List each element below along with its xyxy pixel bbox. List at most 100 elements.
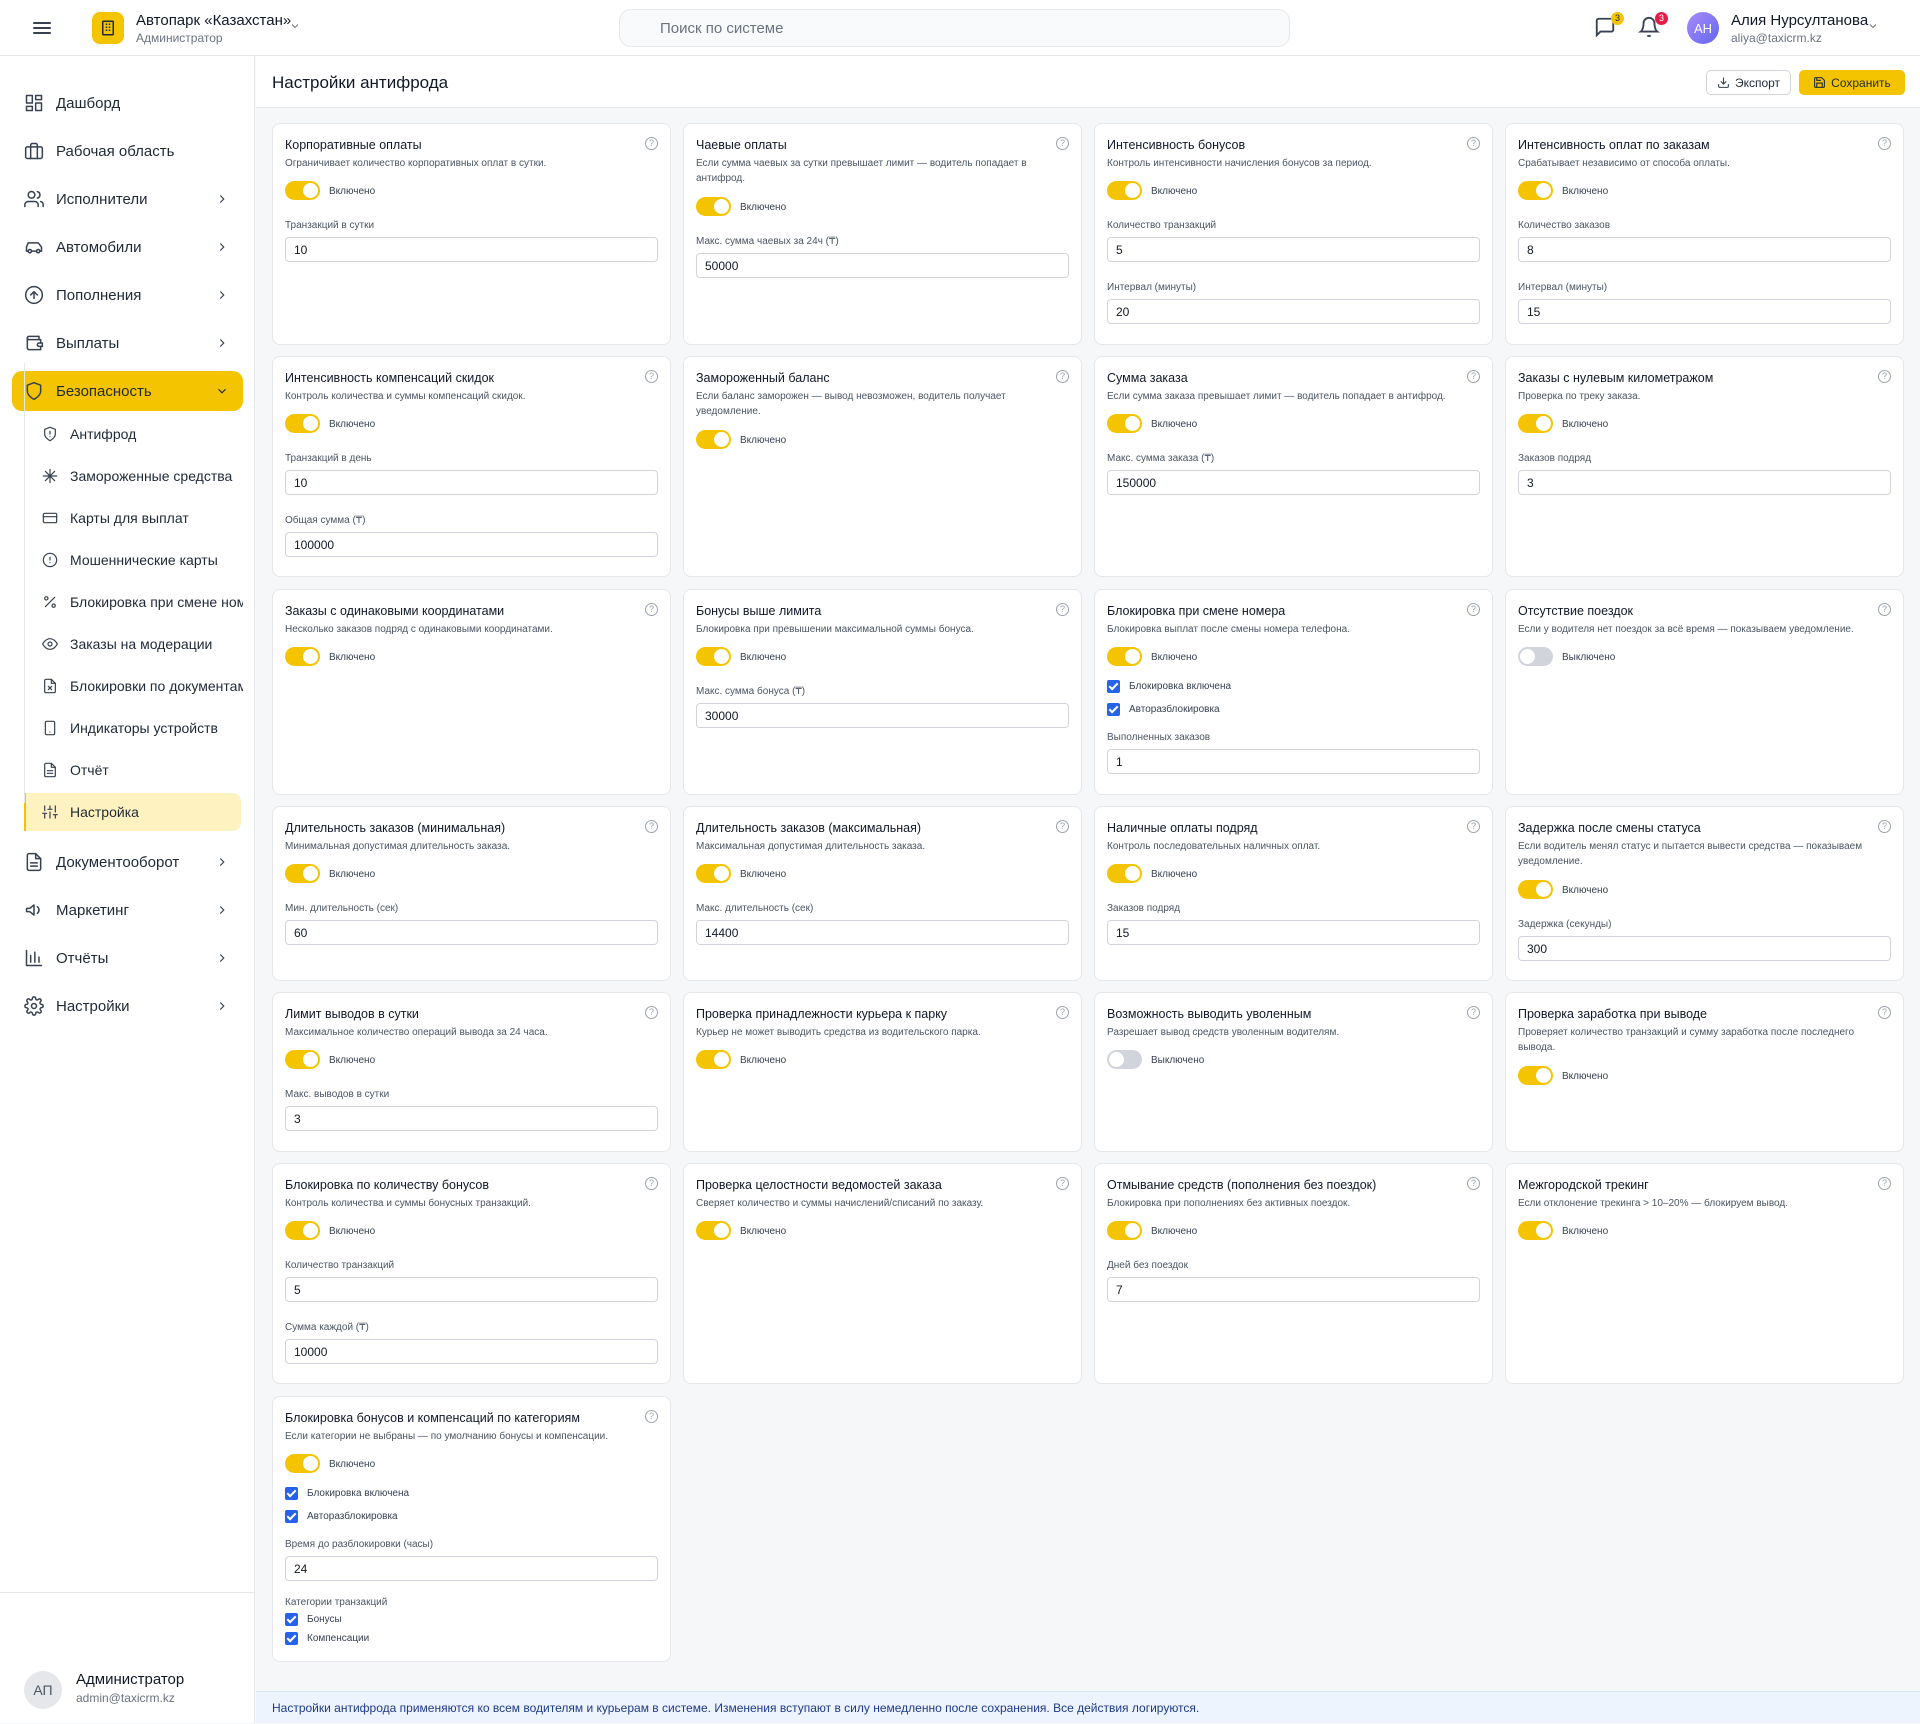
help-icon[interactable]: ? — [645, 137, 658, 150]
enable-toggle[interactable] — [1107, 1221, 1142, 1240]
enable-toggle[interactable] — [1107, 647, 1142, 666]
sidebar-subitem-sliders[interactable]: Настройка — [24, 793, 241, 831]
messages-icon[interactable]: 3 — [1594, 12, 1624, 40]
enable-toggle[interactable] — [1518, 880, 1553, 899]
org-name[interactable]: Автопарк «Казахстан» — [136, 12, 291, 29]
enable-toggle[interactable] — [1518, 414, 1553, 433]
export-button[interactable]: Экспорт — [1706, 70, 1791, 95]
checkbox[interactable] — [285, 1487, 298, 1500]
help-icon[interactable]: ? — [1467, 370, 1480, 383]
help-icon[interactable]: ? — [645, 603, 658, 616]
enable-toggle[interactable] — [696, 1221, 731, 1240]
number-input[interactable] — [285, 1277, 658, 1302]
help-icon[interactable]: ? — [1056, 820, 1069, 833]
sidebar-item-gear[interactable]: Настройки — [12, 986, 243, 1026]
number-input[interactable] — [1107, 1277, 1480, 1302]
sidebar-item-car[interactable]: Автомобили — [12, 227, 243, 267]
help-icon[interactable]: ? — [1467, 820, 1480, 833]
enable-toggle[interactable] — [285, 181, 320, 200]
sidebar-subitem-file-x[interactable]: Блокировки по документам — [26, 667, 243, 705]
enable-toggle[interactable] — [1107, 181, 1142, 200]
number-input[interactable] — [285, 920, 658, 945]
enable-toggle[interactable] — [1107, 864, 1142, 883]
number-input[interactable] — [1107, 299, 1480, 324]
number-input[interactable] — [285, 1556, 658, 1581]
help-icon[interactable]: ? — [645, 820, 658, 833]
sidebar-subitem-eye[interactable]: Заказы на модерации — [26, 625, 243, 663]
chevron-down-icon[interactable] — [1867, 20, 1879, 32]
help-icon[interactable]: ? — [645, 370, 658, 383]
enable-toggle[interactable] — [285, 647, 320, 666]
enable-toggle[interactable] — [285, 414, 320, 433]
enable-toggle[interactable] — [1107, 414, 1142, 433]
number-input[interactable] — [1518, 936, 1891, 961]
help-icon[interactable]: ? — [1878, 820, 1891, 833]
number-input[interactable] — [285, 532, 658, 557]
number-input[interactable] — [696, 920, 1069, 945]
number-input[interactable] — [1107, 920, 1480, 945]
sidebar-item-wallet[interactable]: Выплаты — [12, 323, 243, 363]
help-icon[interactable]: ? — [1467, 603, 1480, 616]
sidebar-item-megaphone[interactable]: Маркетинг — [12, 890, 243, 930]
sidebar-subitem-snowflake[interactable]: Замороженные средства — [26, 457, 243, 495]
help-icon[interactable]: ? — [1056, 137, 1069, 150]
number-input[interactable] — [1107, 237, 1480, 262]
sidebar-item-dashboard[interactable]: Дашборд — [12, 83, 243, 123]
chevron-down-icon[interactable] — [289, 20, 301, 32]
help-icon[interactable]: ? — [1878, 137, 1891, 150]
enable-toggle[interactable] — [285, 1221, 320, 1240]
enable-toggle[interactable] — [696, 197, 731, 216]
help-icon[interactable]: ? — [1056, 603, 1069, 616]
sidebar-subitem-file-text[interactable]: Отчёт — [26, 751, 243, 789]
checkbox[interactable] — [285, 1510, 298, 1523]
number-input[interactable] — [1107, 749, 1480, 774]
enable-toggle[interactable] — [696, 1050, 731, 1069]
avatar[interactable]: АН — [1687, 12, 1719, 44]
number-input[interactable] — [285, 1106, 658, 1131]
help-icon[interactable]: ? — [645, 1410, 658, 1423]
help-icon[interactable]: ? — [1878, 370, 1891, 383]
sidebar-subitem-shield-small[interactable]: Антифрод — [26, 415, 243, 453]
number-input[interactable] — [1107, 470, 1480, 495]
enable-toggle[interactable] — [285, 864, 320, 883]
enable-toggle[interactable] — [1518, 1066, 1553, 1085]
help-icon[interactable]: ? — [1056, 1006, 1069, 1019]
sidebar-subitem-phone-off[interactable]: Блокировка при смене номера — [26, 583, 243, 621]
number-input[interactable] — [285, 470, 658, 495]
sidebar-item-arrow-up-circle[interactable]: Пополнения — [12, 275, 243, 315]
category-checkbox[interactable] — [285, 1632, 298, 1645]
avatar[interactable]: АП — [24, 1671, 62, 1709]
bell-icon[interactable]: 3 — [1638, 12, 1668, 40]
search-input[interactable] — [619, 9, 1290, 47]
enable-toggle[interactable] — [1518, 181, 1553, 200]
number-input[interactable] — [1518, 299, 1891, 324]
enable-toggle[interactable] — [696, 864, 731, 883]
enable-toggle[interactable] — [1518, 647, 1553, 666]
number-input[interactable] — [1518, 470, 1891, 495]
help-icon[interactable]: ? — [1878, 1177, 1891, 1190]
sidebar-item-document[interactable]: Документооборот — [12, 842, 243, 882]
category-checkbox[interactable] — [285, 1613, 298, 1626]
help-icon[interactable]: ? — [1467, 1006, 1480, 1019]
help-icon[interactable]: ? — [645, 1177, 658, 1190]
checkbox[interactable] — [1107, 703, 1120, 716]
user-name[interactable]: Алия Нурсултанова — [1731, 12, 1868, 29]
help-icon[interactable]: ? — [1878, 1006, 1891, 1019]
enable-toggle[interactable] — [1107, 1050, 1142, 1069]
enable-toggle[interactable] — [696, 430, 731, 449]
org-logo-icon[interactable] — [92, 12, 124, 44]
sidebar-item-users[interactable]: Исполнители — [12, 179, 243, 219]
sidebar-subitem-alert-circle[interactable]: Мошеннические карты — [26, 541, 243, 579]
sidebar-subitem-card[interactable]: Карты для выплат — [26, 499, 243, 537]
help-icon[interactable]: ? — [645, 1006, 658, 1019]
enable-toggle[interactable] — [285, 1454, 320, 1473]
save-button[interactable]: Сохранить — [1799, 70, 1905, 95]
enable-toggle[interactable] — [696, 647, 731, 666]
menu-icon[interactable] — [30, 16, 54, 40]
number-input[interactable] — [696, 703, 1069, 728]
sidebar-item-briefcase[interactable]: Рабочая область — [12, 131, 243, 171]
help-icon[interactable]: ? — [1467, 137, 1480, 150]
enable-toggle[interactable] — [1518, 1221, 1553, 1240]
number-input[interactable] — [1518, 237, 1891, 262]
number-input[interactable] — [285, 1339, 658, 1364]
